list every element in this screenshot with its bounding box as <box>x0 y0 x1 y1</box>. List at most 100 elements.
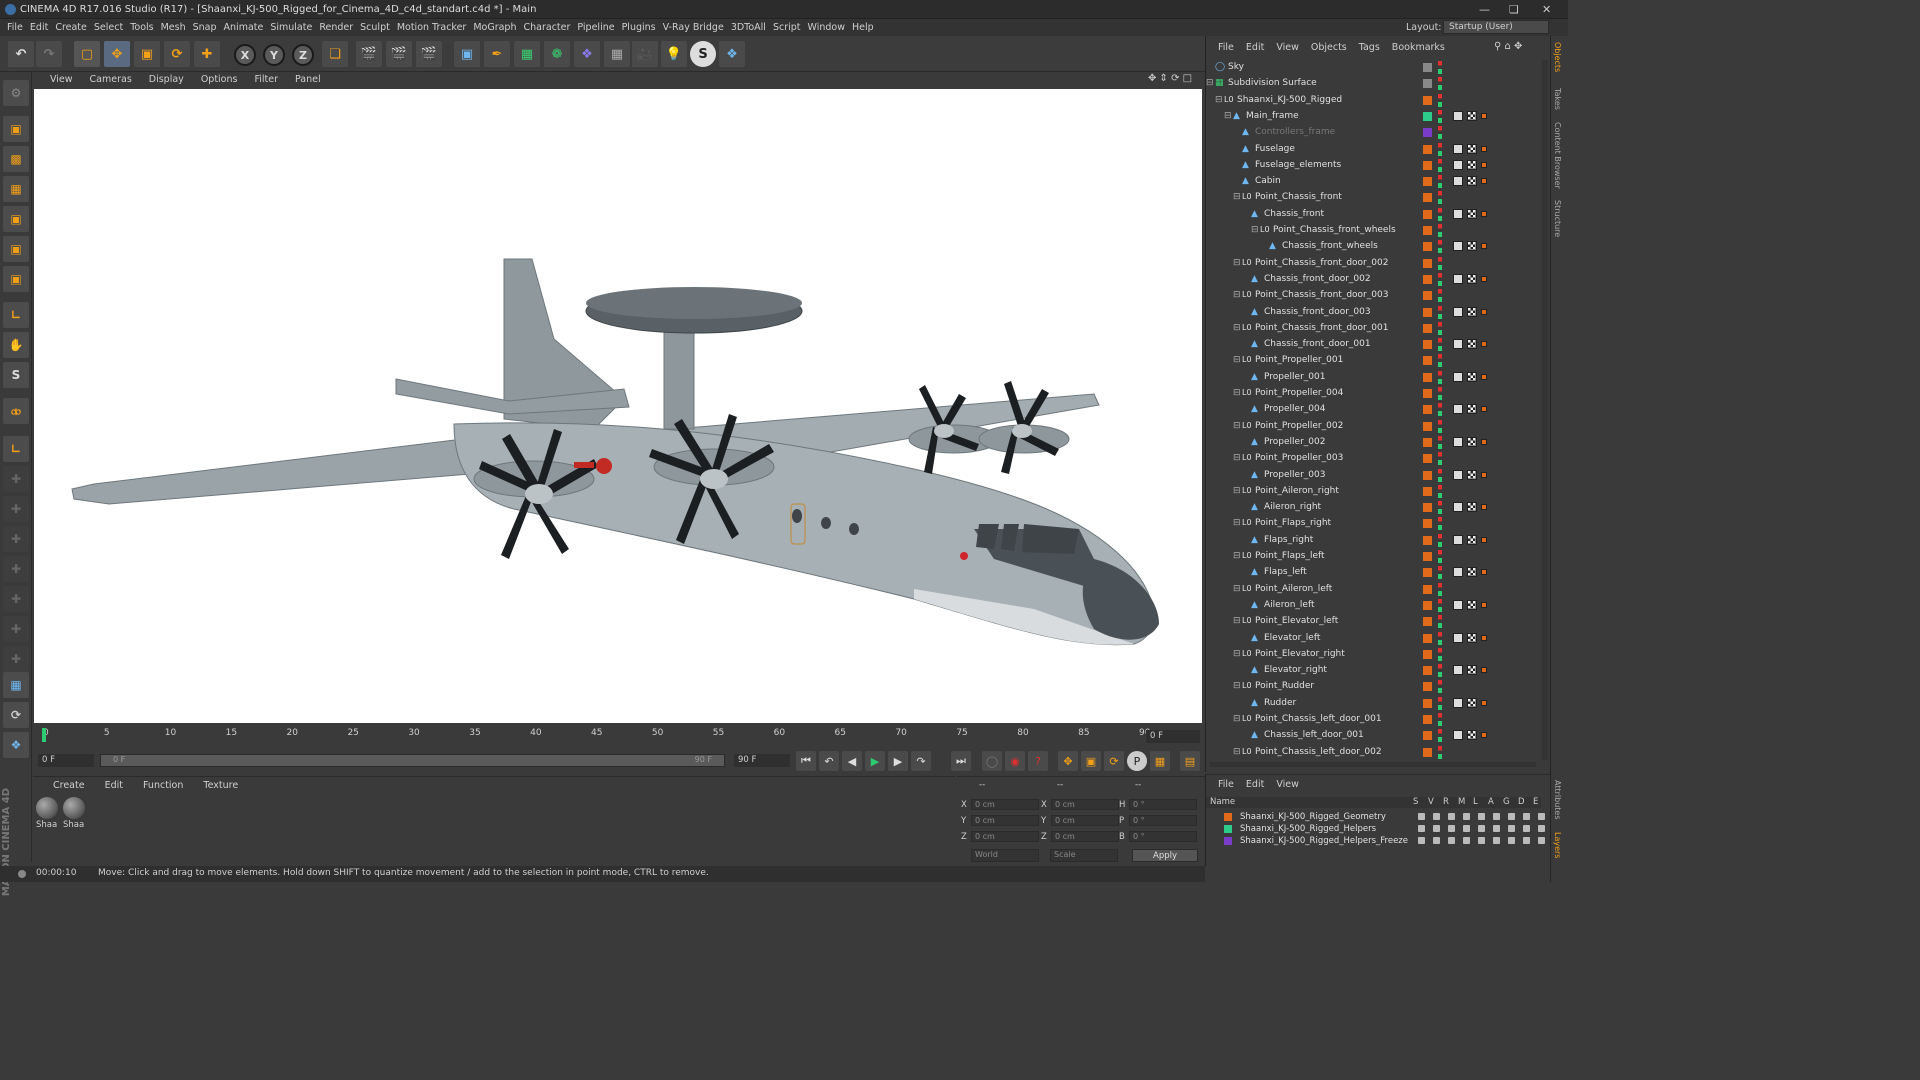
layer-color-swatch[interactable] <box>1423 568 1432 578</box>
object-row[interactable]: ▲ Fuselage_elements <box>1207 158 1540 174</box>
cube-object-icon[interactable]: ▣ <box>454 41 480 67</box>
layer-color-swatch[interactable] <box>1423 633 1432 643</box>
layer-color-swatch[interactable] <box>1423 649 1432 659</box>
object-tag-icon[interactable] <box>1467 730 1477 741</box>
undo-icon[interactable]: ↶ <box>8 41 34 67</box>
object-row[interactable]: ⊟ L0 Point_Propeller_003 <box>1207 451 1540 467</box>
move-tool-icon[interactable]: ✥ <box>104 41 130 67</box>
layer-color-swatch[interactable] <box>1423 95 1432 105</box>
minimize-icon[interactable]: — <box>1479 3 1490 16</box>
y-axis-icon[interactable]: Y <box>263 44 285 66</box>
visibility-dots[interactable] <box>1438 615 1442 629</box>
menu-item-3dtoall[interactable]: 3DToAll <box>731 22 766 33</box>
layer-color-swatch[interactable] <box>1224 837 1232 845</box>
layer-color-swatch[interactable] <box>1423 274 1432 284</box>
layer-flag-icon[interactable] <box>1493 837 1500 844</box>
layer-color-swatch[interactable] <box>1224 825 1232 833</box>
visibility-dots[interactable] <box>1438 224 1442 237</box>
current-frame-field[interactable]: 0 F <box>1146 730 1200 743</box>
object-tag-icon[interactable] <box>1467 534 1477 545</box>
menu-item-motion-tracker[interactable]: Motion Tracker <box>397 22 467 33</box>
locked-tool-1-icon[interactable]: ✚ <box>3 466 29 492</box>
object-row[interactable]: ▲ Aileron_left <box>1207 598 1540 614</box>
menu-item-select[interactable]: Select <box>94 22 123 33</box>
x-axis-icon[interactable]: X <box>234 44 256 66</box>
visibility-dots[interactable] <box>1438 191 1442 205</box>
object-tag-icon[interactable] <box>1453 665 1463 676</box>
object-tag-icon[interactable] <box>1481 732 1487 739</box>
object-tag-icon[interactable] <box>1467 159 1477 170</box>
object-menu-tags[interactable]: Tags <box>1359 42 1380 53</box>
key-parameter-icon[interactable]: P <box>1127 751 1147 771</box>
object-tag-icon[interactable] <box>1467 599 1477 610</box>
close-icon[interactable]: ✕ <box>1542 3 1551 16</box>
object-row[interactable]: ◯ Sky <box>1207 60 1540 76</box>
layer-flag-icon[interactable] <box>1523 825 1530 832</box>
coord-value-field[interactable]: 0 cm <box>1051 815 1119 826</box>
visibility-dots[interactable] <box>1438 501 1442 515</box>
object-tag-icon[interactable] <box>1481 161 1487 168</box>
visibility-dots[interactable] <box>1438 484 1442 498</box>
coord-value-field[interactable]: 0 ° <box>1129 799 1197 810</box>
script-s-icon[interactable]: S <box>690 41 716 67</box>
material-swatch-2[interactable] <box>63 797 85 819</box>
layer-flag-icon[interactable] <box>1433 837 1440 844</box>
layer-flag-icon[interactable] <box>1478 813 1485 820</box>
record-key-icon[interactable]: ◯ <box>982 751 1002 771</box>
object-tag-icon[interactable] <box>1481 406 1487 413</box>
visibility-dots[interactable] <box>1438 142 1442 156</box>
layer-color-swatch[interactable] <box>1423 666 1432 676</box>
object-row[interactable]: ⊟ L0 Point_Chassis_front_door_002 <box>1207 256 1540 272</box>
layer-flag-icon[interactable] <box>1538 837 1545 844</box>
visibility-dots[interactable] <box>1438 452 1442 466</box>
visibility-dots[interactable] <box>1438 338 1442 352</box>
object-row[interactable]: ⊟ L0 Point_Elevator_right <box>1207 647 1540 663</box>
layer-flag-icon[interactable] <box>1448 813 1455 820</box>
snap-icon[interactable]: S <box>3 362 29 388</box>
object-tag-icon[interactable] <box>1453 502 1463 513</box>
object-tag-icon[interactable] <box>1453 306 1463 317</box>
layer-flag-icon[interactable] <box>1478 837 1485 844</box>
visibility-dots[interactable] <box>1438 175 1442 189</box>
object-tag-icon[interactable] <box>1467 697 1477 708</box>
magnet-icon[interactable]: ⧞ <box>3 398 29 424</box>
coord-value-field[interactable]: 0 ° <box>1129 815 1197 826</box>
menu-item-script[interactable]: Script <box>773 22 801 33</box>
visibility-dots[interactable] <box>1438 419 1442 433</box>
object-menu-view[interactable]: View <box>1276 42 1299 53</box>
menu-item-edit[interactable]: Edit <box>30 22 48 33</box>
layer-menu-view[interactable]: View <box>1276 779 1299 790</box>
object-tag-icon[interactable] <box>1453 404 1463 415</box>
layer-color-swatch[interactable] <box>1423 193 1432 203</box>
object-row[interactable]: ⊟ L0 Point_Chassis_front <box>1207 190 1540 206</box>
menu-item-pipeline[interactable]: Pipeline <box>577 22 614 33</box>
layer-row[interactable]: Shaanxi_KJ-500_Rigged_Geometry <box>1209 811 1545 823</box>
layer-color-swatch[interactable] <box>1423 617 1432 627</box>
object-tag-icon[interactable] <box>1467 404 1477 415</box>
layer-flag-icon[interactable] <box>1448 825 1455 832</box>
object-row[interactable]: ▲ Elevator_left <box>1207 631 1540 647</box>
menu-item-help[interactable]: Help <box>852 22 874 33</box>
layer-color-swatch[interactable] <box>1423 111 1432 121</box>
visibility-dots[interactable] <box>1438 468 1442 482</box>
expand-toggle-icon[interactable]: ⊟ <box>1233 290 1241 300</box>
visibility-dots[interactable] <box>1438 533 1442 547</box>
object-tag-icon[interactable] <box>1481 243 1487 250</box>
coord-value-field[interactable]: 0 cm <box>971 831 1039 842</box>
layer-menu-edit[interactable]: Edit <box>1246 779 1264 790</box>
locked-tool-5-icon[interactable]: ✚ <box>3 586 29 612</box>
expand-toggle-icon[interactable]: ⊟ <box>1233 649 1241 659</box>
object-tag-icon[interactable] <box>1467 176 1477 187</box>
tweak-mode-icon[interactable]: ✋ <box>3 332 29 358</box>
coord-value-field[interactable]: 0 ° <box>1129 831 1197 842</box>
object-tag-icon[interactable] <box>1481 112 1487 119</box>
expand-toggle-icon[interactable]: ⊟ <box>1233 584 1241 594</box>
layer-color-swatch[interactable] <box>1423 470 1432 480</box>
light-icon[interactable]: 💡 <box>661 41 687 67</box>
object-row[interactable]: ▲ Propeller_001 <box>1207 370 1540 386</box>
python-icon[interactable]: ❖ <box>719 41 745 67</box>
object-row[interactable]: ▲ Chassis_front_door_002 <box>1207 272 1540 288</box>
menu-item-v-ray-bridge[interactable]: V-Ray Bridge <box>663 22 724 33</box>
layer-row[interactable]: Shaanxi_KJ-500_Rigged_Helpers_Freeze <box>1209 835 1545 847</box>
visibility-dots[interactable] <box>1438 631 1442 645</box>
